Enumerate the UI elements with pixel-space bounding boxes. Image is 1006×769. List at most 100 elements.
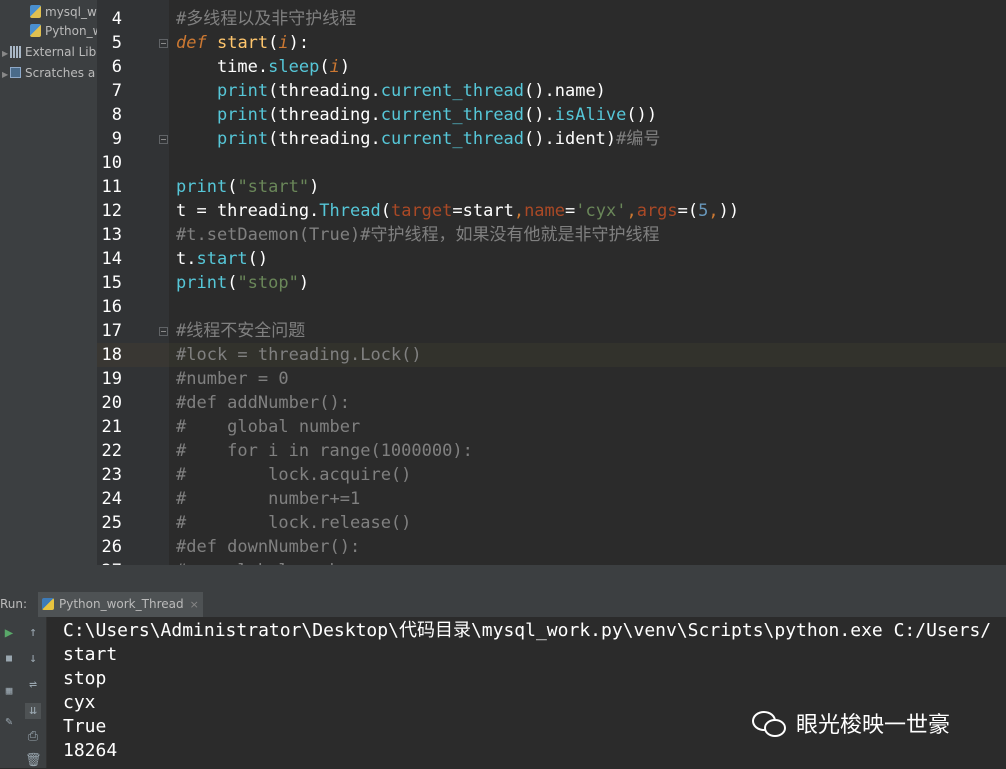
code-token: 'cyx' — [575, 201, 627, 221]
code-token: print — [176, 177, 228, 197]
chevron-right-icon[interactable]: ▶ — [2, 65, 10, 85]
code-line[interactable]: print("stop") — [176, 271, 309, 295]
code-token: t. — [176, 249, 197, 269]
run-panel-header: Run: Python_work_Thread × — [0, 592, 1006, 618]
code-line[interactable]: # for i in range(1000000): — [176, 439, 473, 463]
code-line[interactable]: #线程不安全问题 — [176, 319, 305, 343]
soft-wrap-icon[interactable]: ⇌ — [25, 677, 41, 693]
line-number: 11 — [101, 177, 122, 197]
console-output[interactable]: C:\Users\Administrator\Desktop\代码目录\mysq… — [47, 617, 1006, 768]
code-token: print — [216, 105, 269, 125]
run-tab-title: Python_work_Thread — [59, 597, 184, 611]
code-line[interactable]: # number+=1 — [176, 487, 360, 511]
code-token: #def downNumber(): — [176, 537, 361, 557]
code-token: current_thread — [380, 105, 525, 125]
code-token: args — [636, 201, 678, 221]
line-number: 26 — [101, 537, 122, 557]
code-line[interactable]: def start(i): — [176, 31, 309, 55]
fold-toggle-icon[interactable] — [159, 39, 168, 48]
line-number: 22 — [101, 441, 122, 461]
code-token: isAlive — [554, 105, 627, 125]
code-token: ( — [227, 177, 238, 197]
code-token: ().name) — [524, 81, 606, 101]
code-token: #t.setDaemon(True)#守护线程，如果没有他就是非守护线程 — [176, 225, 660, 245]
code-line[interactable]: #多线程以及非守护线程 — [176, 7, 356, 31]
line-number-gutter[interactable]: 4 5 6 7 8 9 10 11 12 13 14 15 16 17 18 19 20 21 22 23 24 25 26… — [97, 0, 169, 581]
code-token: time. — [176, 57, 269, 77]
line-number: 16 — [101, 297, 122, 317]
layout-icon[interactable]: ▦ — [1, 683, 17, 699]
tree-item-external-libraries[interactable]: ▶ External Lib — [2, 42, 96, 62]
code-line[interactable]: #def addNumber(): — [176, 391, 350, 415]
code-token: ( — [380, 201, 391, 221]
code-line[interactable]: t.start() — [176, 247, 268, 271]
code-line[interactable]: print(threading.current_thread().isAlive… — [176, 103, 657, 127]
console-line: cyx — [63, 692, 96, 713]
fold-toggle-icon[interactable] — [159, 135, 168, 144]
code-token: def — [176, 33, 207, 53]
code-line[interactable]: print(threading.current_thread().ident)#… — [176, 127, 660, 151]
code-token: # global number — [176, 417, 361, 437]
scroll-to-end-icon[interactable]: ⇊ — [25, 703, 41, 719]
code-editor[interactable]: #多线程以及非守护线程 def start(i): time.sleep(i) p… — [169, 0, 1006, 565]
code-token: "start" — [237, 177, 310, 197]
line-number: 25 — [101, 513, 122, 533]
code-line[interactable]: # lock.acquire() — [176, 463, 411, 487]
stop-icon[interactable]: ■ — [1, 651, 17, 667]
print-icon[interactable]: ⎙ — [25, 729, 41, 745]
close-icon[interactable]: × — [190, 598, 199, 611]
line-number: 6 — [111, 57, 122, 77]
console-line: stop — [63, 668, 107, 689]
tree-item-label: External Lib — [25, 45, 97, 59]
tree-item-scratches[interactable]: ▶ Scratches a — [2, 63, 95, 83]
code-line[interactable]: t = threading.Thread(target=start,name='… — [176, 199, 739, 223]
code-line[interactable]: #t.setDaemon(True)#守护线程，如果没有他就是非守护线程 — [176, 223, 659, 247]
python-file-icon — [30, 5, 41, 18]
code-token: #number = 0 — [176, 369, 289, 389]
code-token: #编号 — [616, 129, 661, 149]
code-token: ) — [339, 57, 351, 77]
code-token: ( — [268, 33, 279, 53]
line-number: 9 — [111, 129, 122, 149]
scratches-icon — [10, 67, 21, 78]
down-arrow-icon[interactable]: ↓ — [25, 651, 41, 667]
code-token: 5 — [698, 201, 709, 221]
chevron-right-icon[interactable]: ▶ — [2, 44, 10, 64]
tree-item-python-work[interactable]: Python_w — [30, 21, 97, 41]
code-token: =start — [452, 201, 514, 221]
code-token: ) — [309, 177, 320, 197]
code-token: target — [390, 201, 453, 221]
tree-item-label: mysql_w — [45, 5, 97, 19]
line-number: 12 — [101, 201, 122, 221]
panel-divider[interactable] — [0, 565, 1006, 592]
pin-icon[interactable]: ✎ — [1, 713, 17, 729]
tree-item-mysql-work[interactable]: mysql_w — [30, 2, 97, 22]
trash-icon[interactable]: 🗑 — [25, 753, 42, 769]
code-line[interactable]: time.sleep(i) — [176, 55, 350, 79]
console-line: C:\Users\Administrator\Desktop\代码目录\mysq… — [63, 620, 992, 641]
code-line[interactable]: print("start") — [176, 175, 319, 199]
code-line[interactable]: #number = 0 — [176, 367, 289, 391]
code-line[interactable]: #lock = threading.Lock() — [176, 343, 422, 367]
line-number: 7 — [111, 81, 122, 101]
run-config-tab[interactable]: Python_work_Thread × — [38, 592, 203, 617]
code-line[interactable]: #def downNumber(): — [176, 535, 360, 559]
code-token: # lock.release() — [176, 513, 412, 533]
code-line[interactable]: # lock.release() — [176, 511, 411, 535]
fold-toggle-icon[interactable] — [159, 327, 168, 336]
code-token: #线程不安全问题 — [176, 321, 306, 341]
tree-item-label: Python_w — [45, 24, 97, 38]
code-token: ) — [298, 273, 310, 293]
code-token: , — [513, 201, 525, 221]
console-line: start — [63, 644, 118, 665]
watermark-text: 眼光梭映一世豪 — [796, 713, 951, 738]
rerun-icon[interactable]: ▶ — [1, 625, 17, 641]
code-line[interactable]: print(threading.current_thread().name) — [176, 79, 606, 103]
code-token: print — [216, 81, 269, 101]
up-arrow-icon[interactable]: ↑ — [25, 625, 41, 641]
code-line[interactable]: # global number — [176, 415, 360, 439]
line-number: 24 — [101, 489, 122, 509]
code-token: (threading. — [268, 81, 381, 101]
